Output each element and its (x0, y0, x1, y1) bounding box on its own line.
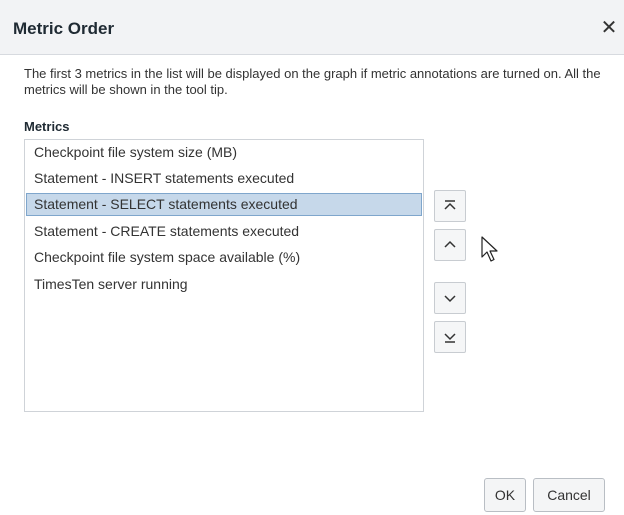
move-up-icon (444, 240, 456, 248)
move-down-button[interactable] (434, 282, 466, 314)
metric-list-item[interactable]: Checkpoint file system size (MB) (26, 141, 422, 164)
metric-list-item[interactable]: Statement - CREATE statements executed (26, 220, 422, 243)
dialog-titlebar: Metric Order ✕ (0, 0, 624, 55)
close-icon[interactable]: ✕ (598, 17, 620, 39)
move-to-bottom-icon (444, 333, 456, 343)
ok-button[interactable]: OK (484, 478, 526, 512)
dialog-title: Metric Order (13, 19, 115, 38)
metric-order-dialog: Metric Order ✕ The first 3 metrics in th… (0, 0, 624, 515)
move-to-top-icon (444, 200, 456, 210)
metric-list-item[interactable]: TimesTen server running (26, 273, 422, 296)
metric-list-item[interactable]: Statement - INSERT statements executed (26, 167, 422, 190)
metric-list-item-selected[interactable]: Statement - SELECT statements executed (26, 193, 422, 216)
metrics-listbox[interactable]: Checkpoint file system size (MB) Stateme… (24, 139, 424, 412)
move-up-button[interactable] (434, 229, 466, 261)
move-to-top-button[interactable] (434, 190, 466, 222)
mouse-pointer-icon (481, 236, 498, 262)
dialog-description: The first 3 metrics in the list will be … (24, 66, 601, 97)
move-down-icon (444, 295, 456, 303)
metrics-label: Metrics (24, 119, 70, 134)
metric-list-item[interactable]: Checkpoint file system space available (… (26, 246, 422, 269)
move-to-bottom-button[interactable] (434, 321, 466, 353)
cancel-button[interactable]: Cancel (533, 478, 605, 512)
